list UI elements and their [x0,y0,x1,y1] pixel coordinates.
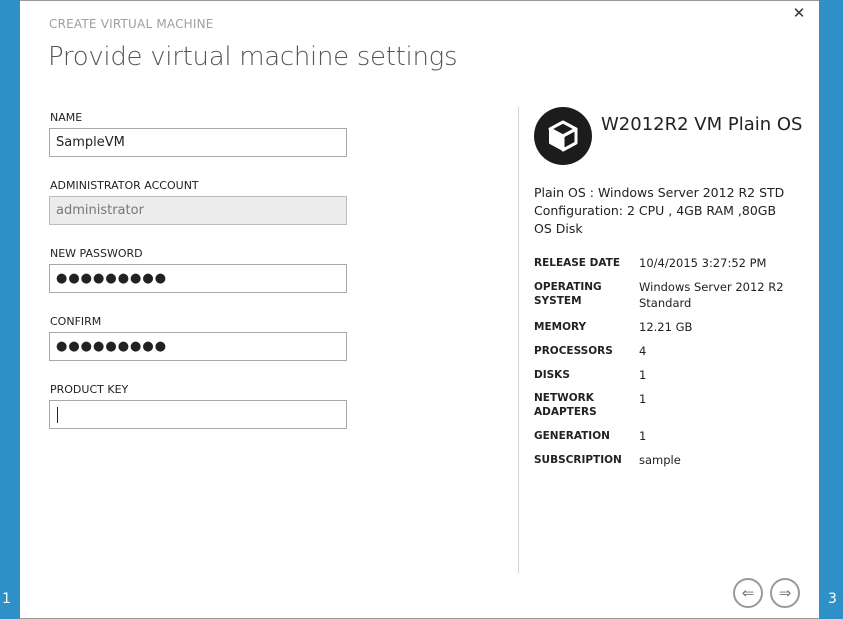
text-caret [57,406,58,423]
spec-key-processors: PROCESSORS [534,345,613,357]
back-arrow-icon[interactable]: ⇐ [733,578,763,608]
spec-key-disks: DISKS [534,369,570,381]
admin-account-label: ADMINISTRATOR ACCOUNT [50,179,199,192]
previous-step-number: 1 [2,591,11,607]
name-label: NAME [50,111,83,124]
panel-divider [518,107,519,573]
cube-icon [534,107,592,165]
next-arrow-icon[interactable]: ⇒ [770,578,800,608]
admin-account-input: administrator [49,196,347,225]
spec-value-release-date: 10/4/2015 3:27:52 PM [639,256,767,270]
spec-value-disks: 1 [639,368,647,382]
spec-value-generation: 1 [639,429,647,443]
next-step-number: 3 [828,591,837,607]
wizard-label: CREATE VIRTUAL MACHINE [49,17,214,31]
spec-value-subscription: sample [639,453,681,467]
new-password-input[interactable]: ●●●●●●●●● [49,264,347,293]
product-key-label: PRODUCT KEY [50,383,129,396]
confirm-password-input[interactable]: ●●●●●●●●● [49,332,347,361]
vm-description: Plain OS : Windows Server 2012 R2 STD Co… [534,185,785,236]
product-key-input[interactable] [49,400,347,429]
spec-value-operating-system: Windows Server 2012 R2 Standard [639,280,784,310]
spec-key-operating-system: OPERATING SYSTEM [534,281,602,307]
spec-key-memory: MEMORY [534,321,587,333]
spec-key-generation: GENERATION [534,430,610,442]
name-input[interactable]: SampleVM [49,128,347,157]
spec-key-network-adapters: NETWORK ADAPTERS [534,392,597,418]
confirm-label: CONFIRM [50,315,102,328]
spec-value-processors: 4 [639,344,647,358]
vm-title: W2012R2 VM Plain OS [601,114,803,135]
spec-value-network-adapters: 1 [639,392,647,406]
previous-step-strip[interactable]: 1 [0,0,20,619]
spec-value-memory: 12.21 GB [639,320,693,334]
page-title: Provide virtual machine settings [48,42,458,72]
spec-key-release-date: RELEASE DATE [534,257,620,269]
close-icon[interactable]: ✕ [791,4,807,22]
spec-key-subscription: SUBSCRIPTION [534,454,622,466]
new-password-label: NEW PASSWORD [50,247,143,260]
next-step-strip[interactable]: 3 [819,0,843,619]
